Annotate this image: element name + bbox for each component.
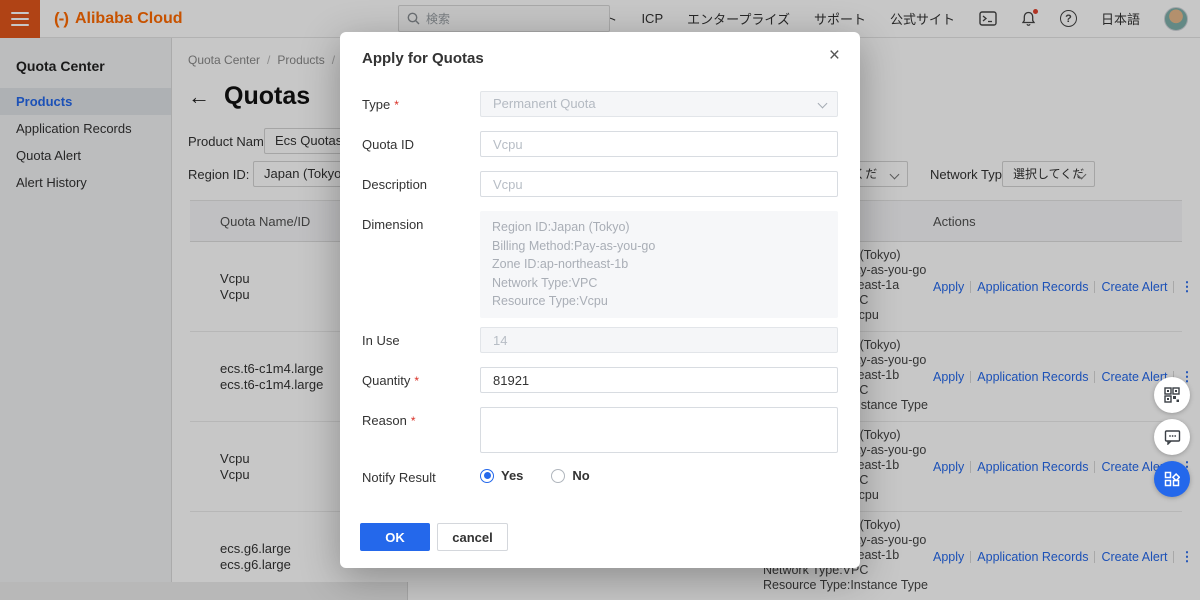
cancel-button[interactable]: cancel <box>437 523 508 551</box>
radio-checked-icon <box>480 468 494 483</box>
required-asterisk: * <box>410 414 416 428</box>
in-use-input <box>480 327 838 353</box>
apps-shortcut-button[interactable] <box>1154 461 1190 497</box>
dimension-line: Zone ID:ap-northeast-1b <box>492 257 629 272</box>
notify-no-radio[interactable]: No <box>551 468 590 483</box>
type-label: Type * <box>362 97 399 112</box>
quota-id-label: Quota ID <box>362 137 415 152</box>
description-label: Description <box>362 177 428 192</box>
dimension-readonly-box: Region ID:Japan (Tokyo) Billing Method:Pa… <box>480 211 838 318</box>
radio-unchecked-icon <box>551 468 566 483</box>
modal-title: Apply for Quotas <box>362 50 484 67</box>
dimension-line: Region ID:Japan (Tokyo) <box>492 220 630 234</box>
notify-yes-radio[interactable]: Yes <box>480 468 523 483</box>
qr-code-button[interactable] <box>1154 377 1190 413</box>
apply-for-quotas-modal: Apply for Quotas × Type * Permanent Quota… <box>340 32 860 568</box>
feedback-chat-button[interactable] <box>1154 419 1190 455</box>
in-use-label: In Use <box>362 333 400 348</box>
description-input[interactable] <box>480 171 838 197</box>
quantity-input[interactable] <box>480 367 838 393</box>
dimension-line: Network Type:VPC <box>492 275 598 290</box>
quantity-label: Quantity * <box>362 373 420 388</box>
quota-id-input[interactable] <box>480 131 838 157</box>
required-asterisk: * <box>394 98 399 112</box>
apps-grid-icon <box>1164 471 1180 487</box>
qr-icon <box>1164 387 1180 403</box>
reason-textarea[interactable] <box>480 407 838 453</box>
dimension-label: Dimension <box>362 217 424 232</box>
required-asterisk: * <box>414 374 420 388</box>
close-icon[interactable]: × <box>829 46 840 65</box>
chevron-down-icon <box>817 98 828 109</box>
ok-button[interactable]: OK <box>360 523 430 551</box>
notify-result-label: Notify Result <box>362 470 436 485</box>
dimension-line: Resource Type:Vcpu <box>492 294 608 309</box>
chat-icon <box>1164 430 1180 445</box>
dimension-line: Billing Method:Pay-as-you-go <box>492 238 656 253</box>
type-select[interactable]: Permanent Quota <box>480 91 838 117</box>
reason-label: Reason * <box>362 413 416 428</box>
